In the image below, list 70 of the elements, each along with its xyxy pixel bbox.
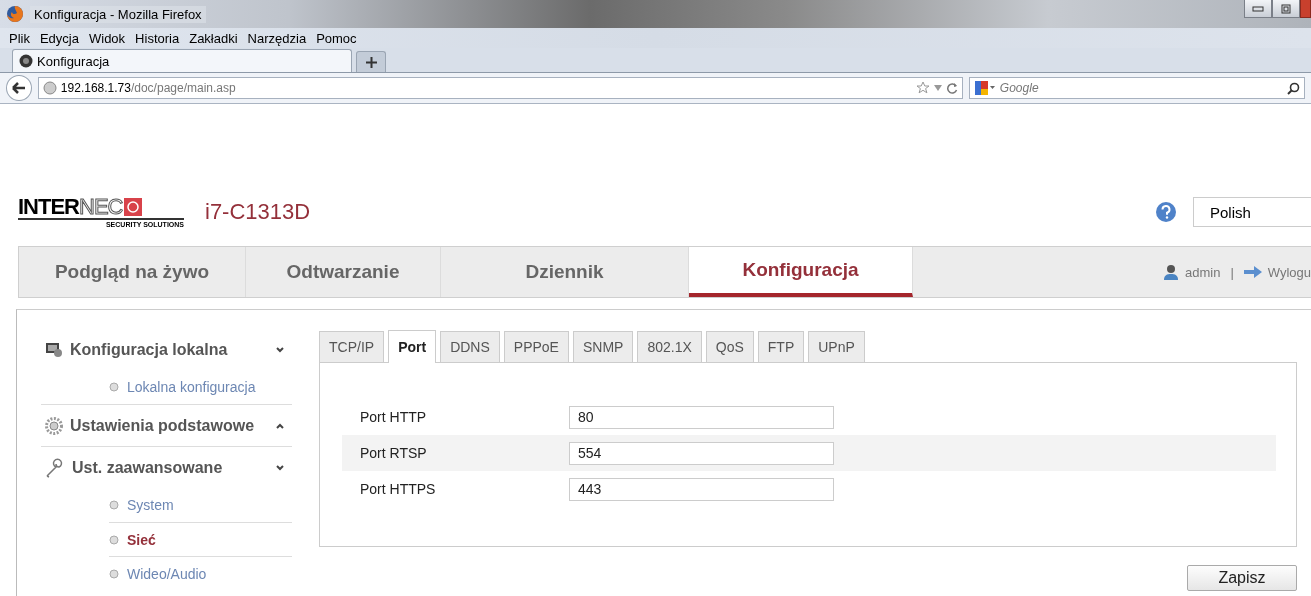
bullet-icon [109,500,119,510]
tab[interactable]: UPnP [808,331,865,362]
menu-item[interactable]: Pomoc [311,30,362,46]
tab[interactable]: Port [388,330,437,363]
minimize-button[interactable] [1244,0,1272,18]
menu-item[interactable]: Widok [84,30,131,46]
logout-link[interactable]: Wylogu [1267,264,1311,280]
tab[interactable]: PPPoE [503,331,569,362]
bullet-icon [109,534,119,545]
field-label: Port RTSP [360,445,428,461]
menu-item[interactable]: Plik [4,30,35,46]
search-field[interactable]: Google [968,77,1305,99]
reload-icon[interactable] [945,82,958,94]
firefox-icon [6,5,24,23]
sidebar-section[interactable]: Konfiguracja lokalna [41,330,292,370]
browser-tab[interactable]: Konfiguracja [12,49,352,72]
save-button[interactable]: Zapisz [1187,565,1297,591]
maximize-icon [1281,3,1291,14]
separator-text: | [1230,264,1234,280]
device-model: i7-C1313D [205,199,311,225]
bullet-icon [109,568,119,579]
google-icon [973,80,996,96]
gear-icon [45,416,63,435]
input-field[interactable]: 554 [569,441,834,465]
menu-item[interactable]: Historia [130,30,185,46]
user-name: admin [1184,264,1221,280]
dropdown-icon[interactable] [933,85,942,91]
minimize-icon [1252,5,1264,12]
menu-item[interactable]: Narzędzia [242,30,312,46]
user-icon [1162,264,1179,280]
sidebar-section[interactable]: Ust. zaawansowane [41,446,292,488]
back-arrow-icon [11,82,26,94]
url-text: 192.168.1.73/doc/page/main.asp [60,81,236,95]
tab[interactable]: QoS [705,331,754,362]
wrench-icon [45,457,65,478]
window-title: Konfiguracja - Mozilla Firefox [30,5,206,23]
search-icon[interactable] [1287,81,1300,95]
language-select[interactable]: Polish [1193,197,1311,227]
maximize-button[interactable] [1272,0,1300,18]
star-icon[interactable] [915,81,930,95]
tab[interactable]: DDNS [440,331,500,362]
computer-icon [45,342,63,358]
tab[interactable]: 802.1X [637,331,702,362]
nav-tab[interactable]: Konfiguracja [689,247,913,297]
menu-item[interactable]: Zakładki [184,30,243,46]
sidebar-item[interactable]: Wideo/Audio [109,556,292,590]
back-button[interactable] [6,75,32,101]
field-label: Port HTTPS [360,481,437,497]
globe-icon [42,81,57,95]
sidebar-item[interactable]: System [41,488,292,522]
nav-tab[interactable]: Podgląd na żywo [19,247,246,297]
globe-icon [19,54,33,68]
address-field[interactable]: 192.168.1.73/doc/page/main.asp [37,77,963,99]
menu-item[interactable]: Edycja [34,30,84,46]
nav-tab[interactable]: Odtwarzanie [246,247,441,297]
field-label: Port HTTP [360,409,428,425]
input-field[interactable]: 80 [569,405,834,429]
sidebar-section[interactable]: Ustawienia podstawowe [41,404,292,446]
help-icon[interactable] [1155,201,1177,223]
tab[interactable]: SNMP [572,331,634,362]
tab[interactable]: FTP [757,331,805,362]
tab[interactable]: TCP/IP [319,331,385,362]
search-placeholder: Google [999,81,1040,95]
sidebar-item[interactable]: Lokalna konfiguracja [41,370,292,404]
new-tab-button[interactable] [356,51,386,72]
bullet-icon [109,382,119,392]
sidebar-item[interactable]: Sieć [109,522,292,556]
plus-icon [365,56,377,68]
logout-icon[interactable] [1243,266,1262,278]
input-field[interactable]: 443 [569,477,834,501]
